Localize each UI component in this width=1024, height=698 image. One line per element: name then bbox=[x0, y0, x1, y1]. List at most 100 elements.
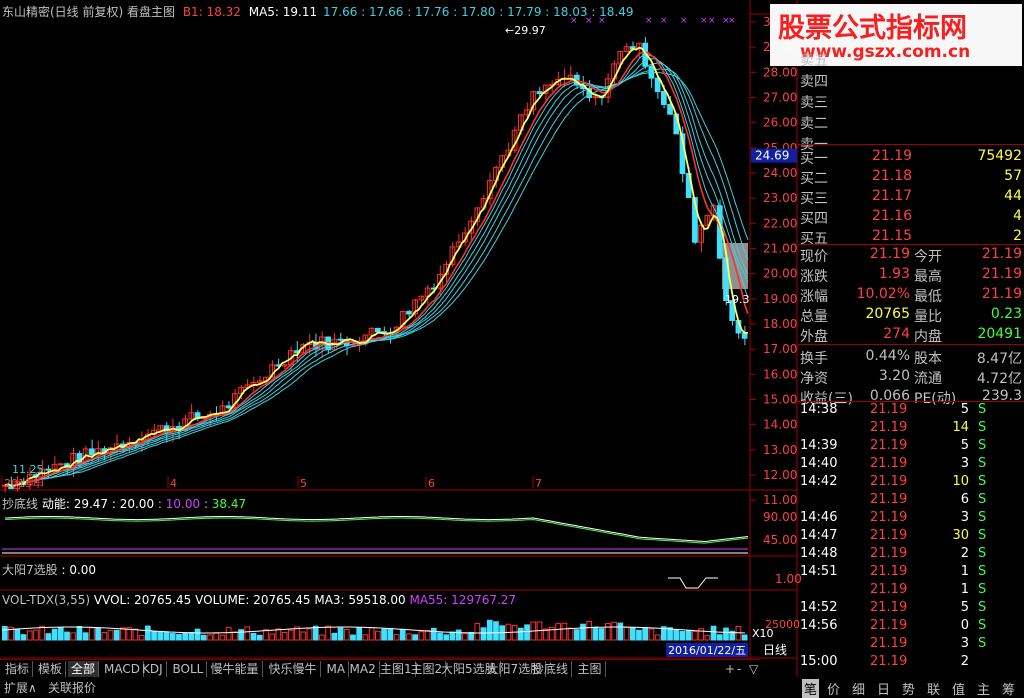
expand-button[interactable]: 扩展∧ bbox=[4, 679, 37, 696]
tab-15[interactable]: 主图 bbox=[575, 661, 606, 677]
ribbon-ma-line bbox=[4, 58, 749, 487]
y-tick-label: 27.00 bbox=[763, 91, 797, 105]
signal-marker: × bbox=[728, 16, 736, 26]
volume-bar bbox=[698, 628, 704, 641]
right-tab-0[interactable]: 笔 bbox=[802, 679, 820, 698]
volume-bar bbox=[144, 625, 151, 641]
volume-bar bbox=[343, 628, 350, 641]
candle-body bbox=[375, 327, 381, 333]
volume-bar bbox=[654, 634, 661, 641]
high-label: ←29.97 bbox=[505, 24, 546, 37]
y-tick-label: 26.00 bbox=[763, 116, 797, 130]
tick-time: 14:46 bbox=[800, 510, 838, 525]
volume-bar bbox=[368, 627, 375, 641]
quote-label: 现价 bbox=[800, 249, 828, 265]
right-tab-8[interactable]: 筹 bbox=[1002, 679, 1015, 698]
signal-marker: × bbox=[660, 16, 668, 26]
tab-14[interactable]: 抄底线 bbox=[529, 661, 573, 677]
tick-row: 14:38 21.19 5 S bbox=[798, 401, 1024, 419]
volume-bar bbox=[182, 632, 189, 641]
sub2-name: 大阳7选股 bbox=[2, 563, 58, 577]
right-tab-1[interactable]: 价 bbox=[827, 679, 840, 698]
volume-bar bbox=[176, 634, 182, 641]
volume-bar bbox=[244, 626, 251, 641]
tab-1[interactable]: 模板 bbox=[35, 661, 67, 677]
tick-side: S bbox=[978, 474, 987, 489]
order-volume: 4 bbox=[1013, 208, 1022, 224]
right-tab-6[interactable]: 值 bbox=[952, 679, 965, 698]
volume-bar bbox=[120, 627, 126, 641]
tab-6[interactable]: 慢牛能量 bbox=[208, 661, 263, 677]
tick-volume: 3 bbox=[960, 636, 969, 651]
volume-bar bbox=[723, 627, 729, 641]
volume-bar bbox=[586, 620, 593, 641]
order-price: 21.18 bbox=[872, 168, 913, 184]
tick-volume: 1 bbox=[960, 564, 969, 579]
right-tab-4[interactable]: 势 bbox=[902, 679, 915, 698]
tab-4[interactable]: KDJ bbox=[139, 661, 167, 677]
quote-label: 外盘 bbox=[800, 329, 828, 345]
volume-bar bbox=[151, 630, 157, 641]
right-tab-5[interactable]: 联 bbox=[927, 679, 940, 698]
ma-value: 17.76 bbox=[415, 5, 450, 19]
tab-0[interactable]: 指标 bbox=[2, 661, 34, 677]
low-label: 11.25 bbox=[12, 463, 44, 476]
tab-control-1[interactable]: - bbox=[734, 661, 744, 677]
quote-row: 外盘 274 内盘 20491 bbox=[798, 325, 1024, 345]
quote-label: 净资 bbox=[800, 371, 828, 387]
tick-side: S bbox=[978, 492, 987, 507]
tick-volume: 10 bbox=[952, 474, 969, 489]
tick-volume: 2 bbox=[960, 654, 969, 669]
tab-8[interactable]: MA bbox=[324, 661, 350, 677]
volume-bar bbox=[300, 631, 307, 641]
right-tab-2[interactable]: 细 bbox=[852, 679, 865, 698]
quote-row: 换手 0.44% 股本 8.47亿 bbox=[798, 347, 1024, 367]
candle-body bbox=[89, 448, 95, 456]
quote-label: 内盘 bbox=[914, 329, 942, 345]
y-tick-label: 17.00 bbox=[763, 342, 797, 356]
volume-bar bbox=[275, 628, 282, 641]
y-tick-label: 21.00 bbox=[763, 242, 797, 256]
tick-side: S bbox=[978, 528, 987, 543]
tick-side: S bbox=[978, 456, 987, 471]
tick-row: 14:51 21.19 1 S bbox=[798, 563, 1024, 581]
tab-7[interactable]: 快乐慢牛 bbox=[266, 661, 321, 677]
order-buy-row: 买二 21.18 57 bbox=[798, 167, 1024, 187]
order-label: 卖二 bbox=[800, 116, 828, 132]
volume-bar bbox=[741, 634, 748, 641]
volume-bar bbox=[169, 633, 176, 641]
right-tab-3[interactable]: 日 bbox=[877, 679, 890, 698]
tick-price: 21.19 bbox=[870, 564, 908, 579]
tab-control-2[interactable]: ▽ bbox=[746, 661, 761, 677]
tab-2[interactable]: 全部 bbox=[68, 661, 100, 677]
order-volume: 75492 bbox=[977, 148, 1022, 164]
volume-bar bbox=[617, 622, 624, 641]
sub2-signal-line bbox=[668, 577, 718, 589]
tab-3[interactable]: MACD bbox=[101, 661, 144, 677]
volume-bar bbox=[449, 631, 456, 641]
tick-volume: 1 bbox=[960, 582, 969, 597]
tab-5[interactable]: BOLL bbox=[170, 661, 208, 677]
chart-header: 东山精密(日线 前复权) 看盘主图 B1: 18.32 MA5: 19.11 1… bbox=[2, 3, 634, 20]
quote-value: 8.47亿 bbox=[976, 351, 1022, 367]
volume-bar bbox=[200, 634, 207, 641]
volume-bar bbox=[480, 627, 487, 641]
quote-value: 21.19 bbox=[981, 286, 1022, 302]
y-tick-label: 16.00 bbox=[763, 367, 797, 381]
tick-time: 14:40 bbox=[800, 456, 838, 471]
sub3-name: VOL-TDX(3,55) bbox=[2, 593, 91, 607]
y-tick-label: 14.00 bbox=[763, 418, 797, 432]
quote-row: 涨跌 1.93 最高 21.19 bbox=[798, 265, 1024, 285]
right-tab-7[interactable]: 主 bbox=[977, 679, 990, 698]
ma5-value: MA5: 19.11 bbox=[248, 5, 318, 19]
x-tick-label: 7 bbox=[535, 477, 542, 490]
volume-bar bbox=[592, 626, 599, 641]
volume-bar bbox=[667, 627, 673, 641]
tick-side: S bbox=[978, 546, 987, 561]
related-quote-button[interactable]: 关联报价 bbox=[48, 679, 96, 696]
quote-value: 10.02% bbox=[856, 286, 910, 302]
tab-9[interactable]: MA2 bbox=[347, 661, 380, 677]
volume-bar bbox=[679, 631, 686, 641]
volume-bar bbox=[692, 630, 698, 641]
volume-bar bbox=[238, 629, 244, 641]
